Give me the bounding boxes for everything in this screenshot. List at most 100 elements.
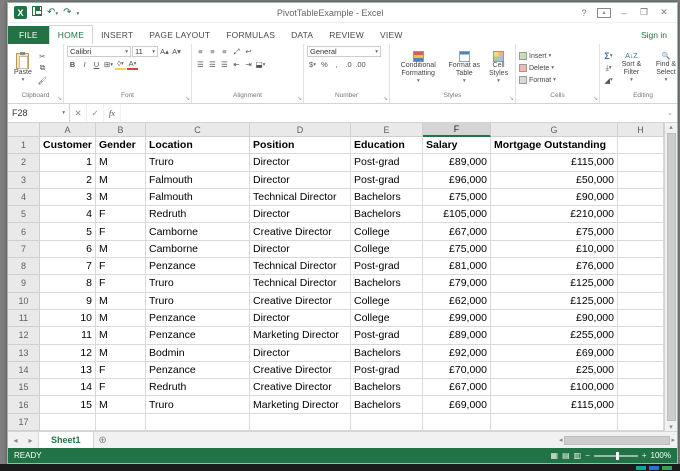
- excel-app-icon[interactable]: X: [14, 6, 27, 19]
- cell-D2[interactable]: Director: [250, 154, 351, 171]
- cell-F8[interactable]: £81,000: [423, 258, 491, 275]
- next-sheet-button[interactable]: ▸: [23, 432, 38, 448]
- formula-input[interactable]: [121, 104, 663, 122]
- cell-H5[interactable]: [618, 206, 664, 223]
- cell-A3[interactable]: 2: [40, 172, 96, 189]
- cell-B7[interactable]: M: [96, 241, 146, 258]
- align-middle-button[interactable]: ≡: [207, 46, 218, 57]
- ribbon-tab-review[interactable]: REVIEW: [321, 26, 372, 44]
- cell-B12[interactable]: M: [96, 327, 146, 344]
- cell-C3[interactable]: Falmouth: [146, 172, 250, 189]
- cell-F6[interactable]: £67,000: [423, 223, 491, 240]
- format-as-table-button[interactable]: Format as Table▾: [445, 46, 483, 90]
- cell-C17[interactable]: [146, 414, 250, 431]
- cell-B5[interactable]: F: [96, 206, 146, 223]
- cell-D10[interactable]: Creative Director: [250, 293, 351, 310]
- cell-H8[interactable]: [618, 258, 664, 275]
- row-header-2[interactable]: 2: [8, 154, 40, 171]
- column-header-D[interactable]: D: [250, 123, 351, 137]
- cell-C8[interactable]: Penzance: [146, 258, 250, 275]
- cell-C4[interactable]: Falmouth: [146, 189, 250, 206]
- cell-C12[interactable]: Penzance: [146, 327, 250, 344]
- cell-G4[interactable]: £90,000: [491, 189, 618, 206]
- cell-E8[interactable]: Post-grad: [351, 258, 423, 275]
- ribbon-tab-data[interactable]: DATA: [283, 26, 321, 44]
- redo-button[interactable]: ↷: [63, 8, 71, 18]
- row-header-7[interactable]: 7: [8, 241, 40, 258]
- cell-B14[interactable]: F: [96, 362, 146, 379]
- cell-F2[interactable]: £89,000: [423, 154, 491, 171]
- cell-A9[interactable]: 8: [40, 275, 96, 292]
- row-header-15[interactable]: 15: [8, 379, 40, 396]
- cell-A16[interactable]: 15: [40, 396, 96, 413]
- cell-B3[interactable]: M: [96, 172, 146, 189]
- borders-button[interactable]: ⊞▾: [103, 59, 114, 70]
- cell-D3[interactable]: Director: [250, 172, 351, 189]
- cell-H11[interactable]: [618, 310, 664, 327]
- cell-G9[interactable]: £125,000: [491, 275, 618, 292]
- cell-D1[interactable]: Position: [250, 137, 351, 154]
- cell-A12[interactable]: 11: [40, 327, 96, 344]
- cell-G17[interactable]: [491, 414, 618, 431]
- cell-H12[interactable]: [618, 327, 664, 344]
- cells-dialog-launcher[interactable]: ↘: [593, 95, 598, 102]
- font-name-combo[interactable]: Calibri▾: [67, 46, 131, 57]
- clipboard-dialog-launcher[interactable]: ↘: [57, 95, 62, 102]
- decrease-indent-button[interactable]: ⇤: [231, 59, 242, 70]
- cut-button[interactable]: ✂: [37, 51, 48, 62]
- cell-B10[interactable]: M: [96, 293, 146, 310]
- number-format-combo[interactable]: General▾: [307, 46, 381, 57]
- cell-A1[interactable]: Customer ID: [40, 137, 96, 154]
- cell-E13[interactable]: Bachelors: [351, 345, 423, 362]
- cell-B4[interactable]: M: [96, 189, 146, 206]
- row-header-16[interactable]: 16: [8, 396, 40, 413]
- comma-style-button[interactable]: ,: [331, 59, 342, 70]
- cell-G3[interactable]: £50,000: [491, 172, 618, 189]
- cell-F9[interactable]: £79,000: [423, 275, 491, 292]
- cell-D9[interactable]: Technical Director: [250, 275, 351, 292]
- row-header-1[interactable]: 1: [8, 137, 40, 154]
- row-header-10[interactable]: 10: [8, 293, 40, 310]
- insert-cells-button[interactable]: Insert▾: [519, 50, 596, 62]
- row-header-5[interactable]: 5: [8, 206, 40, 223]
- ribbon-display-options-button[interactable]: ▴: [595, 5, 613, 20]
- minimize-button[interactable]: –: [615, 5, 633, 20]
- cell-A7[interactable]: 6: [40, 241, 96, 258]
- cell-B15[interactable]: F: [96, 379, 146, 396]
- cell-H17[interactable]: [618, 414, 664, 431]
- cell-H14[interactable]: [618, 362, 664, 379]
- row-header-12[interactable]: 12: [8, 327, 40, 344]
- cell-C6[interactable]: Camborne: [146, 223, 250, 240]
- cell-G6[interactable]: £75,000: [491, 223, 618, 240]
- row-header-6[interactable]: 6: [8, 223, 40, 240]
- close-button[interactable]: ✕: [655, 5, 673, 20]
- sheet-tab-sheet1[interactable]: Sheet1: [38, 432, 94, 448]
- cell-H7[interactable]: [618, 241, 664, 258]
- cell-F15[interactable]: £67,000: [423, 379, 491, 396]
- horizontal-scroll-thumb[interactable]: [564, 436, 671, 445]
- new-sheet-button[interactable]: ⊕: [94, 432, 112, 448]
- zoom-slider[interactable]: [594, 455, 638, 457]
- cell-E2[interactable]: Post-grad: [351, 154, 423, 171]
- cell-F16[interactable]: £69,000: [423, 396, 491, 413]
- cell-C5[interactable]: Redruth: [146, 206, 250, 223]
- decrease-decimal-button[interactable]: .00: [355, 59, 366, 70]
- cell-F17[interactable]: [423, 414, 491, 431]
- cell-D8[interactable]: Technical Director: [250, 258, 351, 275]
- cell-A2[interactable]: 1: [40, 154, 96, 171]
- copy-button[interactable]: ⧉: [37, 63, 48, 74]
- underline-button[interactable]: U: [91, 59, 102, 70]
- cell-C15[interactable]: Redruth: [146, 379, 250, 396]
- cell-G8[interactable]: £76,000: [491, 258, 618, 275]
- cell-G12[interactable]: £255,000: [491, 327, 618, 344]
- cell-D13[interactable]: Director: [250, 345, 351, 362]
- cell-B9[interactable]: F: [96, 275, 146, 292]
- column-header-B[interactable]: B: [96, 123, 146, 137]
- select-all-corner[interactable]: [8, 123, 40, 137]
- cell-A8[interactable]: 7: [40, 258, 96, 275]
- font-size-combo[interactable]: 11▾: [132, 46, 158, 57]
- decrease-font-button[interactable]: A▾: [171, 46, 182, 57]
- cell-F10[interactable]: £62,000: [423, 293, 491, 310]
- cell-D14[interactable]: Creative Director: [250, 362, 351, 379]
- expand-formula-bar-button[interactable]: ⌄: [663, 104, 677, 122]
